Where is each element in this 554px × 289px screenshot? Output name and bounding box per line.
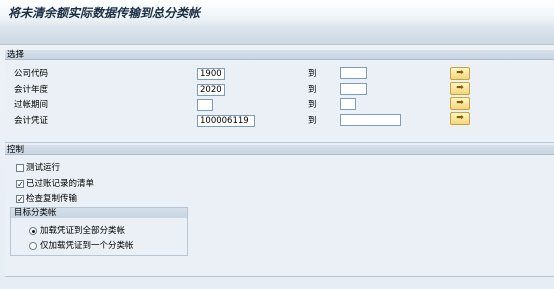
posting-period-from-input[interactable] bbox=[197, 99, 213, 111]
company-code-multiple-selection-button[interactable]: ➡ bbox=[450, 67, 470, 80]
accounting-document-label: 会计凭证 bbox=[14, 116, 49, 126]
load-one-ledger-label: 仅加载凭证到一个分类帐 bbox=[40, 241, 134, 251]
posting-period-multiple-selection-button[interactable]: ➡ bbox=[450, 97, 470, 110]
posting-period-to-label: 到 bbox=[308, 100, 317, 110]
company-code-from-input[interactable]: 1900 bbox=[197, 68, 225, 80]
target-ledger-title: 目标分类帐 bbox=[11, 208, 187, 218]
selection-group: 选择 公司代码 1900 到 ➡ 会计年度 2020 到 ➡ 过帐期间 到 ➡ … bbox=[5, 50, 554, 143]
load-all-ledgers-radio[interactable] bbox=[29, 227, 37, 235]
test-run-checkbox[interactable] bbox=[16, 164, 24, 172]
check-copy-transfer-label: 检查复制传输 bbox=[26, 194, 78, 204]
company-code-label: 公司代码 bbox=[14, 69, 49, 79]
arrow-right-icon: ➡ bbox=[456, 83, 464, 93]
arrow-right-icon: ➡ bbox=[456, 113, 464, 123]
title-bar: 将未清余额实际数据传输到总分类帐 bbox=[0, 0, 554, 26]
load-all-ledgers-label: 加载凭证到全部分类帐 bbox=[40, 226, 126, 236]
control-group-title: 控制 bbox=[5, 145, 554, 155]
posted-records-list-label: 已过账记录的清单 bbox=[26, 179, 95, 189]
company-code-to-input[interactable] bbox=[340, 67, 367, 79]
accounting-document-multiple-selection-button[interactable]: ➡ bbox=[450, 112, 470, 125]
posted-records-list-checkbox[interactable]: ✓ bbox=[16, 180, 24, 189]
posting-period-label: 过帐期间 bbox=[14, 100, 49, 110]
app-window: 将未清余额实际数据传输到总分类帐 选择 公司代码 1900 到 ➡ 会计年度 2… bbox=[0, 0, 554, 289]
accounting-document-to-label: 到 bbox=[308, 116, 317, 126]
check-copy-transfer-checkbox[interactable]: ✓ bbox=[16, 195, 24, 204]
arrow-right-icon: ➡ bbox=[456, 68, 464, 78]
accounting-document-from-input[interactable]: 100006119 bbox=[197, 115, 255, 127]
fiscal-year-label: 会计年度 bbox=[14, 85, 49, 95]
control-group-divider bbox=[5, 276, 554, 277]
fiscal-year-to-label: 到 bbox=[308, 85, 317, 95]
selection-group-divider bbox=[5, 142, 554, 143]
selection-group-title: 选择 bbox=[5, 50, 554, 60]
load-one-ledger-radio[interactable] bbox=[29, 242, 37, 250]
fiscal-year-to-input[interactable] bbox=[340, 83, 367, 95]
accounting-document-to-input[interactable] bbox=[340, 114, 401, 126]
test-run-label: 测试运行 bbox=[26, 163, 61, 173]
company-code-to-label: 到 bbox=[308, 69, 317, 79]
fiscal-year-multiple-selection-button[interactable]: ➡ bbox=[450, 82, 470, 95]
arrow-right-icon: ➡ bbox=[456, 98, 464, 108]
page-title: 将未清余额实际数据传输到总分类帐 bbox=[8, 6, 201, 20]
application-toolbar bbox=[0, 26, 554, 45]
posting-period-to-input[interactable] bbox=[340, 98, 356, 110]
fiscal-year-from-input[interactable]: 2020 bbox=[197, 84, 225, 96]
